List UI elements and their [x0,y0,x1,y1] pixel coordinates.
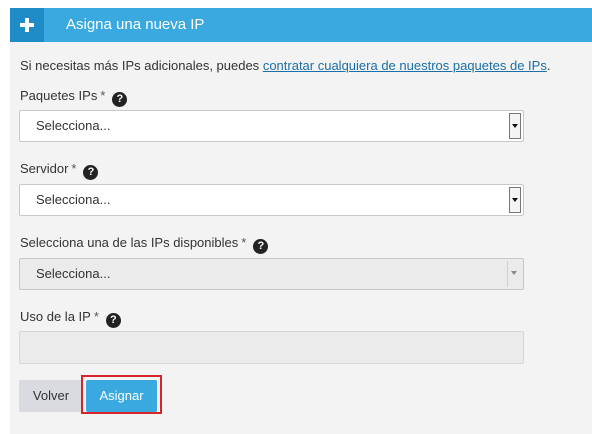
servidor-label-text: Servidor [20,161,69,176]
help-icon[interactable]: ? [112,92,128,107]
required-mark: * [100,88,106,103]
paquetes-label-text: Paquetes IPs [20,88,98,103]
ip-disponible-selected-value: Selecciona... [36,266,111,281]
servidor-select[interactable]: Selecciona... [19,184,524,216]
back-button[interactable]: Volver [19,380,83,412]
dropdown-arrow-icon [507,261,521,287]
servidor-selected-value: Selecciona... [36,192,111,207]
help-icon[interactable]: ? [83,165,99,180]
dropdown-arrow-icon[interactable] [509,113,521,139]
contract-ip-packages-link[interactable]: contratar cualquiera de nuestros paquete… [263,58,547,73]
dropdown-arrow-icon[interactable] [509,187,521,213]
required-mark: * [93,309,99,324]
panel-title: Asigna una nueva IP [66,16,205,33]
highlight-box [81,375,162,414]
paquetes-label: Paquetes IPs *? [20,87,128,107]
required-mark: * [241,235,247,250]
paquetes-select[interactable]: Selecciona... [19,110,524,142]
intro-text: Si necesitas más IPs adicionales, puedes… [20,57,590,75]
panel-header: Asigna una nueva IP [10,8,592,42]
uso-ip-label-text: Uso de la IP [20,309,91,324]
uso-ip-field [19,331,524,364]
uso-ip-label: Uso de la IP *? [20,308,121,328]
servidor-label: Servidor *? [20,160,99,180]
paquetes-selected-value: Selecciona... [36,118,111,133]
required-mark: * [71,161,77,176]
help-icon[interactable]: ? [253,239,269,254]
ip-disponible-select: Selecciona... [19,258,524,290]
ip-disponible-label: Selecciona una de las IPs disponibles *? [20,234,269,254]
plus-icon [10,8,44,42]
intro-suffix: . [546,58,551,73]
intro-lead: Si necesitas más IPs adicionales, puedes [20,58,263,73]
ip-disponible-label-text: Selecciona una de las IPs disponibles [20,235,239,250]
help-icon[interactable]: ? [105,313,121,328]
